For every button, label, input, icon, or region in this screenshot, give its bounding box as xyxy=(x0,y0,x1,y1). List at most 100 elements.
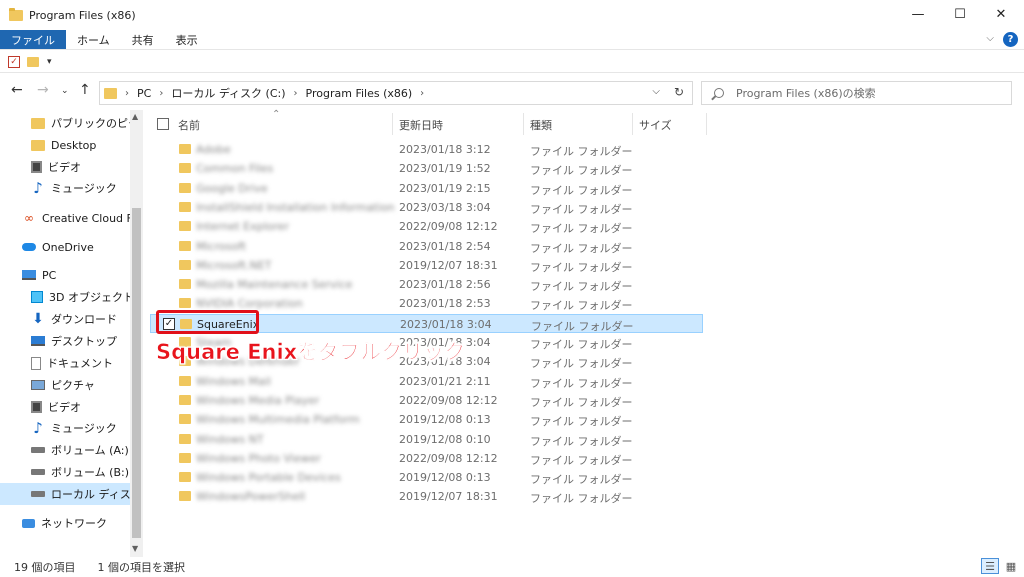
file-row[interactable]: Google Drive 2023/01/19 2:15 ファイル フォルダー xyxy=(150,179,703,198)
file-row[interactable]: Internet Explorer 2022/09/08 12:12 ファイル フォ… xyxy=(150,217,703,236)
file-name: Microsoft.NET xyxy=(196,258,272,272)
scroll-down-icon[interactable]: ▼ xyxy=(132,544,138,553)
scrollbar-thumb[interactable] xyxy=(132,208,141,538)
file-type: ファイル フォルダー xyxy=(530,492,633,506)
address-bar[interactable]: › PC › ローカル ディスク (C:) › Program Files (x… xyxy=(99,81,693,105)
column-divider[interactable] xyxy=(706,113,707,135)
nav-item-pc[interactable]: PC xyxy=(0,264,130,286)
tab-view[interactable]: 表示 xyxy=(165,30,209,49)
forward-button[interactable]: → xyxy=(37,82,49,98)
folder-icon xyxy=(179,259,191,270)
help-icon[interactable]: ? xyxy=(1003,32,1018,47)
file-row[interactable]: Common Files 2023/01/19 1:52 ファイル フォルダー xyxy=(150,159,703,178)
file-row[interactable]: Mozilla Maintenance Service 2023/01/18 2:… xyxy=(150,275,703,294)
large-icons-view-button[interactable]: ▦ xyxy=(1002,558,1020,574)
chevron-down-icon[interactable]: ⌵ xyxy=(652,86,660,97)
scroll-up-icon[interactable]: ▲ xyxy=(132,112,138,121)
select-all-checkbox[interactable] xyxy=(157,118,169,130)
folder-icon xyxy=(104,87,117,99)
nav-item-desktop[interactable]: デスクトップ xyxy=(0,330,130,352)
large-icons-view-icon: ▦ xyxy=(1005,559,1017,573)
details-view-button[interactable]: ☰ xyxy=(981,558,999,574)
nav-scrollbar[interactable]: ▲ ▼ xyxy=(130,110,143,557)
back-button[interactable]: ← xyxy=(11,82,23,98)
file-row[interactable]: WindowsPowerShell 2019/12/07 18:31 ファイル フォ… xyxy=(150,487,703,506)
file-date: 2023/01/18 2:53 xyxy=(399,297,491,311)
folder-icon xyxy=(31,139,45,151)
file-row[interactable]: Windows Media Player 2022/09/08 12:12 ファイル… xyxy=(150,391,703,410)
tab-file[interactable]: ファイル xyxy=(0,30,66,49)
drive-icon xyxy=(31,469,45,475)
column-name[interactable]: 名前 xyxy=(178,117,200,133)
nav-item-onedrive[interactable]: OneDrive xyxy=(0,236,130,258)
nav-item-videos[interactable]: ビデオ xyxy=(0,396,130,418)
new-folder-icon[interactable] xyxy=(27,56,39,67)
folder-icon xyxy=(179,182,191,193)
column-divider[interactable] xyxy=(392,113,393,135)
chevron-right-icon[interactable]: › xyxy=(420,88,424,99)
up-button[interactable]: ↑ xyxy=(79,82,91,98)
nav-item-volume-b[interactable]: ボリューム (B:) xyxy=(0,461,130,483)
nav-item-music[interactable]: ♪ ミュージック xyxy=(0,417,130,439)
file-row[interactable]: Windows Photo Viewer 2022/09/08 12:12 ファイル… xyxy=(150,449,703,468)
nav-item-local-disk-c[interactable]: ローカル ディスク (C:) xyxy=(0,483,130,505)
folder-icon xyxy=(9,7,23,21)
nav-item-pictures[interactable]: ピクチャ xyxy=(0,374,130,396)
folder-icon xyxy=(179,298,191,309)
file-name: Mozilla Maintenance Service xyxy=(196,278,353,292)
minimize-button[interactable]: — xyxy=(895,0,941,28)
recent-locations-button[interactable]: ⌄ xyxy=(61,86,69,96)
nav-item-documents[interactable]: ドキュメント xyxy=(0,352,130,374)
file-type: ファイル フォルダー xyxy=(530,183,633,197)
tab-share[interactable]: 共有 xyxy=(121,30,165,49)
file-row[interactable]: Windows NT 2019/12/08 0:10 ファイル フォルダー xyxy=(150,430,703,449)
file-type: ファイル フォルダー xyxy=(530,338,633,351)
ribbon-expand-button[interactable]: ⌵ xyxy=(986,33,994,44)
file-row[interactable]: Windows Portable Devices 2019/12/08 0:13 フ… xyxy=(150,468,703,487)
refresh-icon[interactable]: ↻ xyxy=(674,85,684,99)
file-row[interactable]: Microsoft.NET 2019/12/07 18:31 ファイル フォルダー xyxy=(150,256,703,275)
close-button[interactable]: ✕ xyxy=(978,0,1024,28)
nav-item-music-quick[interactable]: ♪ ミュージック xyxy=(0,177,130,199)
video-icon xyxy=(31,401,42,413)
breadcrumb-local-disk[interactable]: ローカル ディスク (C:) xyxy=(171,85,285,101)
nav-item-3d-objects[interactable]: 3D オブジェクト xyxy=(0,286,130,308)
nav-item-desktop-quick[interactable]: Desktop xyxy=(0,134,130,156)
file-row[interactable]: Windows Multimedia Platform 2019/12/08 0:… xyxy=(150,410,703,429)
file-name: Common Files xyxy=(196,162,274,176)
navigation-pane: パブリックのピクチャ Desktop ビデオ ♪ミュージック ∞Creative… xyxy=(0,110,143,557)
nav-item-public-pictures[interactable]: パブリックのピクチャ xyxy=(0,112,130,134)
nav-item-downloads[interactable]: ⬇ ダウンロード xyxy=(0,308,130,330)
nav-item-videos-quick[interactable]: ビデオ xyxy=(0,156,130,178)
tab-home[interactable]: ホーム xyxy=(66,30,121,49)
highlight-box xyxy=(156,310,259,334)
file-row[interactable]: Microsoft 2023/01/18 2:54 ファイル フォルダー xyxy=(150,237,703,256)
nav-item-network[interactable]: ネットワーク xyxy=(0,512,130,534)
minimize-icon: — xyxy=(911,6,925,22)
column-divider[interactable] xyxy=(523,113,524,135)
chevron-right-icon[interactable]: › xyxy=(125,88,129,99)
column-type[interactable]: 種類 xyxy=(530,117,552,133)
customize-toolbar-icon[interactable]: ▾ xyxy=(47,57,52,67)
properties-icon[interactable]: ✓ xyxy=(8,55,20,68)
file-type: ファイル フォルダー xyxy=(530,357,633,371)
maximize-icon: ☐ xyxy=(954,6,966,22)
nav-item-volume-a[interactable]: ボリューム (A:) xyxy=(0,439,130,461)
maximize-button[interactable]: ☐ xyxy=(937,0,983,28)
file-row[interactable]: Adobe 2023/01/18 3:12 ファイル フォルダー xyxy=(150,140,703,159)
folder-icon xyxy=(179,414,191,425)
search-box[interactable] xyxy=(701,81,1012,105)
details-view-icon: ☰ xyxy=(985,559,995,573)
file-row[interactable]: Windows Mail 2023/01/21 2:11 ファイル フォルダー xyxy=(150,372,703,391)
column-size[interactable]: サイズ xyxy=(639,117,672,133)
nav-item-creative-cloud[interactable]: ∞Creative Cloud Files xyxy=(0,207,130,229)
breadcrumb-pc[interactable]: PC xyxy=(137,87,151,100)
chevron-right-icon[interactable]: › xyxy=(159,88,163,99)
chevron-right-icon[interactable]: › xyxy=(294,88,298,99)
breadcrumb-program-files[interactable]: Program Files (x86) xyxy=(306,87,413,100)
file-row[interactable]: InstallShield Installation Information 20… xyxy=(150,198,703,217)
column-divider[interactable] xyxy=(632,113,633,135)
file-name: Windows Photo Viewer xyxy=(196,451,321,465)
column-date-modified[interactable]: 更新日時 xyxy=(399,117,443,133)
search-input[interactable] xyxy=(736,86,996,100)
